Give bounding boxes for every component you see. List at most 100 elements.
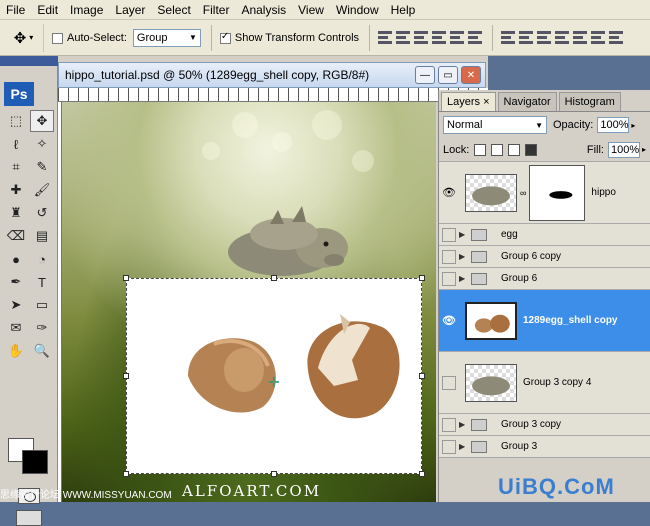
blend-mode-dropdown[interactable]: Normal ▼ xyxy=(443,116,547,134)
slice-tool-icon[interactable]: ✎ xyxy=(30,156,54,178)
fill-arrow-icon[interactable]: ▸ xyxy=(642,145,646,154)
align-vcenter-icon[interactable] xyxy=(396,30,411,46)
transform-handle[interactable] xyxy=(271,275,277,281)
expand-arrow-icon[interactable]: ▶ xyxy=(459,252,471,261)
distribute-top-icon[interactable] xyxy=(501,30,516,46)
canvas[interactable]: ✛ ALFOART.COM xyxy=(62,102,436,502)
notes-tool-icon[interactable]: ✉ xyxy=(4,317,28,339)
visibility-toggle[interactable] xyxy=(439,375,459,390)
tab-layers[interactable]: Layers × xyxy=(441,92,496,111)
tab-histogram[interactable]: Histogram xyxy=(558,92,621,111)
menu-window[interactable]: Window xyxy=(330,3,385,17)
pen-tool-icon[interactable]: ✒ xyxy=(4,271,28,293)
expand-arrow-icon[interactable]: ▶ xyxy=(459,442,471,451)
transform-center-icon[interactable]: ✛ xyxy=(268,374,280,391)
tab-navigator[interactable]: Navigator xyxy=(497,92,557,111)
type-tool-icon[interactable]: T xyxy=(30,271,54,293)
opacity-field[interactable]: 100% xyxy=(597,117,630,133)
eraser-tool-icon[interactable]: ⌫ xyxy=(4,225,28,247)
move-tool-icon[interactable]: ✥ xyxy=(30,110,54,132)
close-tab-icon[interactable]: × xyxy=(483,96,489,108)
menu-filter[interactable]: Filter xyxy=(197,3,236,17)
visibility-toggle[interactable] xyxy=(439,249,459,264)
layer-row-hippo[interactable]: 👁 ∞ hippo xyxy=(439,162,650,224)
visibility-toggle[interactable] xyxy=(439,439,459,454)
layer-mask-thumbnail[interactable] xyxy=(529,164,586,221)
expand-arrow-icon[interactable]: ▶ xyxy=(459,230,471,239)
brush-tool-icon[interactable]: 🖌 xyxy=(30,179,54,201)
shape-tool-icon[interactable]: ▭ xyxy=(30,294,54,316)
layer-row-group-6-copy[interactable]: ▶ Group 6 copy xyxy=(439,246,650,268)
layer-row-group-6[interactable]: ▶ Group 6 xyxy=(439,268,650,290)
layer-row-egg-shell-copy[interactable]: 👁 1289egg_shell copy xyxy=(439,290,650,352)
visibility-eye-icon[interactable]: 👁 xyxy=(439,314,459,327)
fill-field[interactable]: 100% xyxy=(607,141,640,158)
layer-row-group-3-copy-4[interactable]: Group 3 copy 4 xyxy=(439,352,650,414)
auto-select-check-icon[interactable] xyxy=(52,33,63,44)
lock-image-icon[interactable] xyxy=(491,143,504,156)
menu-select[interactable]: Select xyxy=(151,3,196,17)
path-selection-icon[interactable]: ➤ xyxy=(4,294,28,316)
align-hcenter-icon[interactable] xyxy=(450,30,465,46)
close-icon[interactable]: ✕ xyxy=(461,66,481,84)
menu-analysis[interactable]: Analysis xyxy=(235,3,292,17)
menu-view[interactable]: View xyxy=(292,3,330,17)
align-left-icon[interactable] xyxy=(432,30,447,46)
lasso-tool-icon[interactable]: ℓ xyxy=(4,133,28,155)
visibility-toggle[interactable] xyxy=(439,271,459,286)
blur-tool-icon[interactable]: ● xyxy=(4,248,28,270)
distribute-vcenter-icon[interactable] xyxy=(519,30,534,46)
distribute-bottom-icon[interactable] xyxy=(537,30,552,46)
layer-row-group-3-copy[interactable]: ▶ Group 3 copy xyxy=(439,414,650,436)
lock-all-icon[interactable] xyxy=(525,143,538,156)
opacity-arrow-icon[interactable]: ▸ xyxy=(631,121,635,130)
move-tool-preset-icon[interactable]: ✥ ▾ xyxy=(4,23,44,52)
background-color-swatch[interactable] xyxy=(22,450,48,474)
distribute-right-icon[interactable] xyxy=(591,30,606,46)
healing-brush-icon[interactable]: ✚ xyxy=(4,179,28,201)
menu-file[interactable]: File xyxy=(0,3,31,17)
distribute-hcenter-icon[interactable] xyxy=(573,30,588,46)
screen-mode-button[interactable] xyxy=(16,510,42,526)
eyedropper-tool-icon[interactable]: ✑ xyxy=(30,317,54,339)
transform-handle[interactable] xyxy=(419,275,425,281)
expand-arrow-icon[interactable]: ▶ xyxy=(459,274,471,283)
menu-image[interactable]: Image xyxy=(64,3,109,17)
menu-edit[interactable]: Edit xyxy=(31,3,64,17)
menu-layer[interactable]: Layer xyxy=(109,3,151,17)
auto-select-dropdown[interactable]: Group ▼ xyxy=(132,28,201,47)
auto-align-icon[interactable] xyxy=(609,30,624,46)
layer-row-egg[interactable]: ▶ egg xyxy=(439,224,650,246)
transform-handle[interactable] xyxy=(419,373,425,379)
show-transform-check-icon[interactable] xyxy=(219,31,231,44)
distribute-left-icon[interactable] xyxy=(555,30,570,46)
hand-tool-icon[interactable]: ✋ xyxy=(4,340,28,362)
transform-handle[interactable] xyxy=(123,471,129,477)
marquee-tool-icon[interactable]: ⬚ xyxy=(4,110,28,132)
chain-link-icon[interactable]: ∞ xyxy=(520,188,526,198)
visibility-toggle[interactable] xyxy=(439,227,459,242)
visibility-eye-icon[interactable]: 👁 xyxy=(439,186,459,199)
layer-row-group-3[interactable]: ▶ Group 3 xyxy=(439,436,650,458)
history-brush-icon[interactable]: ↺ xyxy=(30,202,54,224)
transform-handle[interactable] xyxy=(271,471,277,477)
ruler-horizontal[interactable] xyxy=(58,88,488,102)
align-top-icon[interactable] xyxy=(378,30,393,46)
align-right-icon[interactable] xyxy=(468,30,483,46)
auto-select-checkbox[interactable]: Auto-Select: xyxy=(52,32,127,44)
show-transform-checkbox[interactable]: Show Transform Controls xyxy=(219,31,359,44)
menu-help[interactable]: Help xyxy=(385,3,422,17)
transform-handle[interactable] xyxy=(123,373,129,379)
lock-position-icon[interactable] xyxy=(508,143,521,156)
align-bottom-icon[interactable] xyxy=(414,30,429,46)
visibility-toggle[interactable] xyxy=(439,417,459,432)
lock-transparency-icon[interactable] xyxy=(474,143,487,156)
expand-arrow-icon[interactable]: ▶ xyxy=(459,420,471,429)
transform-handle[interactable] xyxy=(123,275,129,281)
gradient-tool-icon[interactable]: ▤ xyxy=(30,225,54,247)
dodge-tool-icon[interactable]: ◔ xyxy=(30,248,54,270)
zoom-tool-icon[interactable]: 🔍 xyxy=(30,340,54,362)
crop-tool-icon[interactable]: ⌗ xyxy=(4,156,28,178)
minimize-icon[interactable]: — xyxy=(415,66,435,84)
document-title-bar[interactable]: hippo_tutorial.psd @ 50% (1289egg_shell … xyxy=(58,62,486,88)
